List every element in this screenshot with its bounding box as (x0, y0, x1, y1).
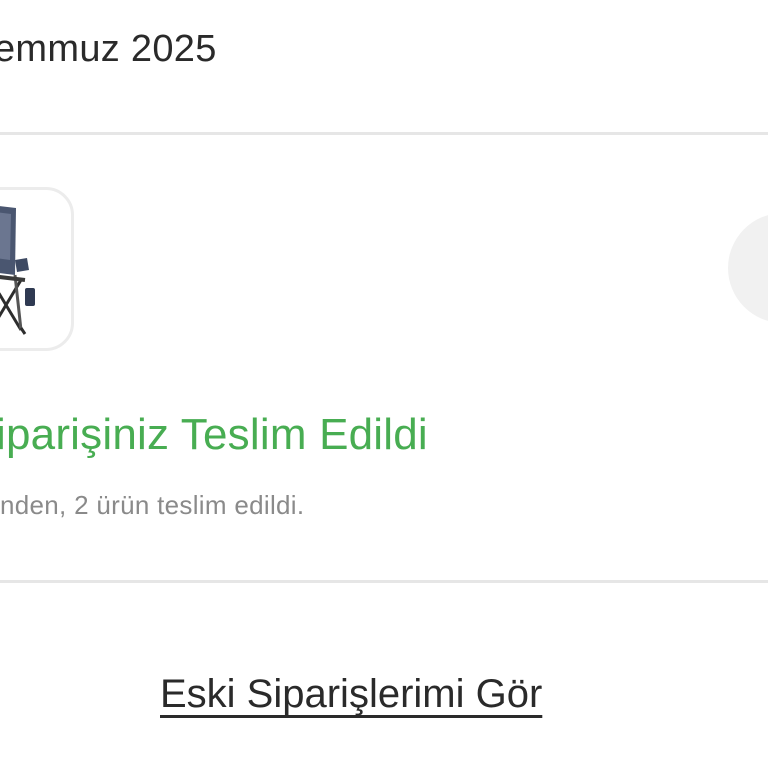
order-card[interactable]: iparişiniz Teslim Edildi nden, 2 ürün te… (0, 135, 768, 580)
order-status-description: nden, 2 ürün teslim edildi. (0, 490, 305, 520)
order-status-title: iparişiniz Teslim Edildi (0, 410, 428, 459)
camping-chair-image (0, 206, 35, 335)
divider (0, 580, 768, 583)
old-orders-link[interactable]: Eski Siparişlerimi Gör (160, 672, 542, 717)
orders-page: emmuz 2025 iparişiniz Teslim Edildi nden… (0, 0, 768, 768)
order-detail-button[interactable] (728, 213, 768, 323)
order-date-header: emmuz 2025 (0, 28, 217, 70)
product-thumbnail[interactable] (0, 187, 74, 351)
